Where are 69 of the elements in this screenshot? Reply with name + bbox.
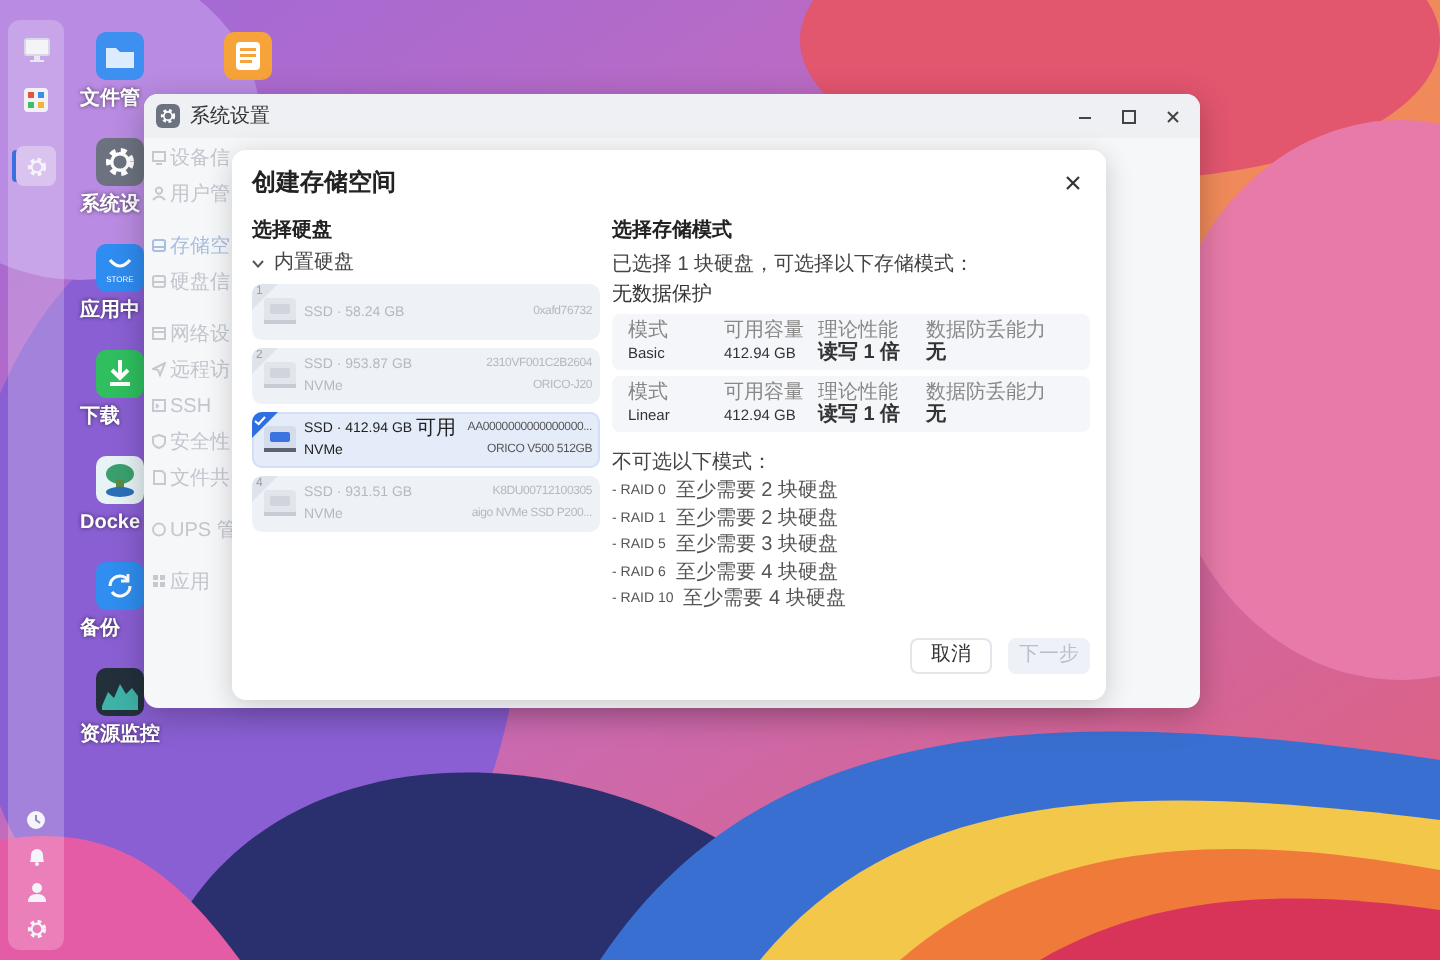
maximize-icon <box>1121 109 1135 123</box>
section-label: 不可选以下模式： <box>612 452 774 476</box>
user-icon[interactable] <box>27 882 45 902</box>
column-value: 无 <box>926 404 948 426</box>
clock-icon[interactable] <box>26 810 46 830</box>
column-label: 数据防丢能力 <box>926 382 1048 404</box>
raid-requirement: 至少需要 4 块硬盘 <box>675 559 838 586</box>
user-icon <box>152 186 166 202</box>
section-title: 选择硬盘 <box>252 218 334 244</box>
section-title: 选择存储模式 <box>612 218 734 244</box>
monitor-icon[interactable] <box>23 38 49 62</box>
column-value: 无 <box>926 342 948 364</box>
grid-icon <box>152 574 166 590</box>
send-icon <box>152 362 166 378</box>
chevron-icon <box>252 259 264 267</box>
settings-icon[interactable] <box>96 138 144 186</box>
shield-icon <box>152 434 166 450</box>
icon-label: Docke <box>80 512 141 536</box>
folder-icon[interactable] <box>96 32 144 80</box>
window-title: 系统设置 <box>190 103 270 131</box>
apps-icon[interactable] <box>24 88 48 112</box>
settings-icon <box>156 104 180 128</box>
window-icon <box>152 326 166 342</box>
drive-icon <box>262 358 298 394</box>
close-button[interactable] <box>1060 170 1084 194</box>
tree-icon[interactable] <box>96 456 144 504</box>
raid-requirement: 至少需要 3 块硬盘 <box>675 532 838 559</box>
column-label: 理论性能 <box>818 382 898 404</box>
icon-label: 备份 <box>80 618 120 642</box>
icon-label: 文件管 <box>80 88 140 112</box>
document-icon <box>152 470 166 486</box>
column-label: 理论性能 <box>818 320 898 342</box>
dialog-title: 创建存储空间 <box>252 168 396 196</box>
icon-label: 资源监控 <box>80 724 160 748</box>
column-label: 数据防丢能力 <box>926 320 1048 342</box>
column-label: 模式 <box>628 382 670 404</box>
sync-icon[interactable] <box>96 562 144 610</box>
drive-icon <box>152 274 166 290</box>
summary-text: 已选择 1 块硬盘，可选择以下存储模式： <box>612 252 977 278</box>
column-value: 读写 1 倍 <box>818 342 903 364</box>
column-value: 读写 1 倍 <box>818 404 903 426</box>
cancel-button[interactable]: 取消 <box>910 638 992 674</box>
raid-requirement: 至少需要 2 块硬盘 <box>675 478 838 505</box>
icon-label: 系统设 <box>80 194 140 218</box>
circle-icon <box>152 522 166 538</box>
chart-icon[interactable] <box>96 668 144 716</box>
column-label: 模式 <box>628 320 670 342</box>
dock-item[interactable] <box>16 146 56 186</box>
notes-icon[interactable] <box>224 32 272 80</box>
disk-group-toggle[interactable]: 内置硬盘 <box>252 250 600 276</box>
section-label: 无数据保护 <box>612 284 714 308</box>
close-icon <box>1165 109 1179 123</box>
download-icon[interactable] <box>96 350 144 398</box>
icon-label: 应用中 <box>80 300 140 324</box>
terminal-icon <box>152 398 166 414</box>
raid-requirement: 至少需要 2 块硬盘 <box>675 505 838 532</box>
column-label: 可用容量 <box>724 382 806 404</box>
bell-icon[interactable] <box>27 846 45 866</box>
column-label: 可用容量 <box>724 320 806 342</box>
close-icon <box>1065 175 1079 189</box>
icon-label: 下载 <box>80 406 120 430</box>
monitor-icon <box>152 150 166 166</box>
drive-icon <box>262 486 298 522</box>
drive-icon <box>262 422 298 458</box>
drive-icon <box>262 294 298 330</box>
sidebar-item[interactable]: 存储空 <box>152 228 230 264</box>
disk-status: 可用 <box>416 418 457 440</box>
drive-icon <box>152 238 166 254</box>
raid-requirement: 至少需要 4 块硬盘 <box>683 586 846 613</box>
